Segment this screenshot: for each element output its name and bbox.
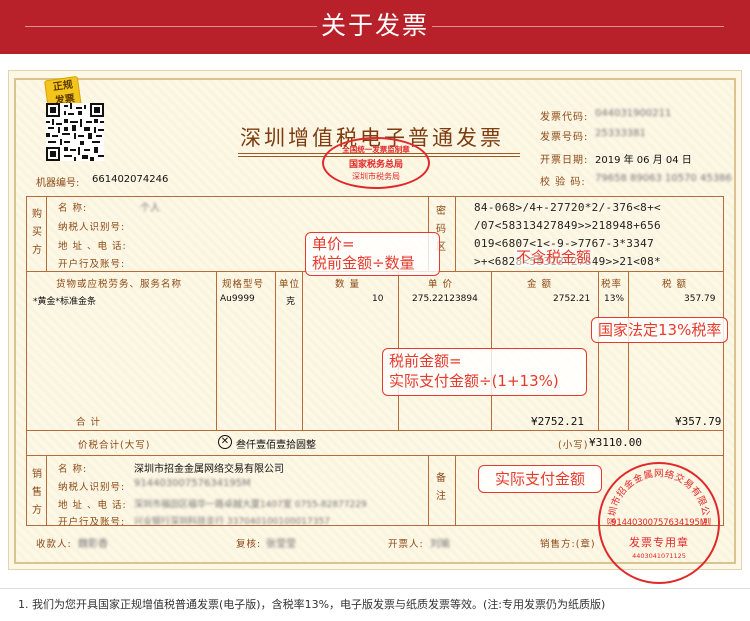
seller-address-label: 地 址 、电 话:	[58, 500, 127, 511]
payee-label: 收款人:	[36, 539, 72, 550]
col-amount-header: 金 额	[527, 279, 553, 290]
grand-total-label: 价税合计(大写)	[78, 440, 151, 451]
table-rule	[455, 455, 456, 526]
tax-stamp-mid: 国家税务总局	[348, 160, 403, 170]
pretax-formula-line1: 税前金额=	[389, 352, 462, 370]
tax-stamp-bottom: 深圳市税务局	[352, 172, 400, 181]
buyer-section-label: 购买方	[32, 209, 42, 256]
buyer-name-value: 个人	[140, 203, 160, 214]
total-label: 合 计	[76, 417, 102, 428]
total-amount: ¥2752.21	[531, 415, 584, 428]
seller-stamp-label-text: 发票专用章	[629, 536, 689, 549]
table-rule	[302, 271, 303, 430]
grand-total-words: 叁仟壹佰壹拾圆整	[236, 440, 316, 451]
unit-price-callout-line1: 单价=	[312, 235, 355, 253]
seller-tax-id-label: 纳税人识别号:	[58, 482, 126, 493]
col-unit-header: 单位	[279, 279, 301, 290]
table-rule	[216, 271, 217, 430]
table-rule	[26, 430, 724, 431]
reviewer-value: 张莹莹	[266, 539, 296, 550]
seller-bank-label: 开户行及账号:	[58, 517, 126, 528]
seller-tax-id-value: 91440300757634195M	[134, 478, 251, 489]
row-amount: 2752.21	[553, 294, 591, 304]
remark-label: 备注	[436, 473, 446, 502]
tax-bureau-stamp: 全国统一发票监制章 国家税务总局 深圳市税务局	[322, 137, 430, 189]
issuer-value: 刘瑜	[430, 539, 450, 550]
seller-name-label: 名 称:	[58, 464, 88, 475]
row-tax: 357.79	[684, 294, 716, 304]
tax-rate-callout: 国家法定13%税率	[591, 317, 729, 343]
buyer-address-label: 地 址 、电 话:	[58, 241, 127, 252]
col-item-header: 货物或应税劳务、服务名称	[56, 279, 183, 290]
seller-stamp-serial: 4403041071125	[632, 552, 686, 560]
row-spec: Au9999	[220, 294, 255, 304]
cipher-line: /07<58313427849>>218948+656	[474, 219, 661, 232]
buyer-name-label: 名 称:	[58, 203, 88, 214]
table-rule	[26, 455, 724, 456]
issue-date-value: 2019 年 06 月 04 日	[595, 155, 692, 166]
invoice-code-value: 044031900211	[595, 108, 672, 119]
unit-price-callout: 单价= 税前金额÷数量	[305, 232, 440, 276]
machine-no-value: 661402074246	[92, 174, 169, 185]
cipher-line: 84-068>/4+-27720*2/-376<8+<	[474, 201, 661, 214]
check-code-value: 79658 89063 10570 45386	[595, 173, 732, 184]
check-code-label: 校 验 码:	[540, 177, 586, 188]
buyer-tax-id-label: 纳税人识别号:	[58, 222, 126, 233]
invoice-number-value: 25333381	[595, 128, 646, 139]
table-rule	[598, 271, 599, 430]
invoice-note: 1. 我们为您开具国家正规增值税普通发票(电子版)，含税率13%，电子版发票与纸…	[18, 598, 606, 611]
tax-stamp-top: 全国统一发票监制章	[342, 145, 410, 154]
row-unit: 克	[286, 297, 296, 307]
table-rule	[455, 196, 456, 271]
total-tax: ¥357.79	[675, 415, 722, 428]
seller-invoice-stamp: 深圳市招金金属网络交易有限公司 91440300757634195M 发票专用章…	[598, 462, 720, 584]
issuer-label: 开票人:	[388, 539, 424, 550]
page-title: 关于发票	[320, 11, 429, 40]
col-tax-header: 税 额	[662, 279, 688, 290]
qr-code-icon	[46, 103, 104, 161]
col-spec-header: 规格型号	[222, 279, 265, 290]
col-qty-header: 数 量	[335, 279, 361, 290]
table-rule	[46, 196, 47, 271]
issue-date-label: 开票日期:	[540, 155, 589, 166]
seller-address-value: 深圳市福田区福华一路卓越大厦1407室 0755-82877229	[134, 500, 367, 510]
unit-price-callout-line2: 税前金额÷数量	[312, 254, 415, 272]
grand-total-small-label: (小写)	[558, 440, 589, 451]
cross-circle-icon: ✕	[218, 435, 232, 449]
row-qty: 10	[372, 294, 384, 304]
reviewer-label: 复核:	[236, 539, 262, 550]
note-divider	[0, 588, 750, 589]
payee-value: 魏影香	[78, 539, 108, 550]
table-rule	[275, 271, 276, 430]
seller-bank-value: 兴业银行深圳科技支行 337040100100017357	[134, 517, 330, 527]
machine-no-label: 机器编号:	[36, 178, 80, 189]
actual-paid-callout: 实际支付金额	[478, 465, 603, 493]
col-rate-header: 税率	[601, 279, 623, 290]
pretax-formula-callout: 税前金额= 实际支付金额÷(1+13%)	[382, 348, 587, 396]
seller-name-value: 深圳市招金金属网络交易有限公司	[134, 464, 284, 475]
grand-total-value: ¥3110.00	[589, 436, 642, 449]
invoice-number-label: 发票号码:	[540, 132, 589, 143]
row-item: *黄金*标准金条	[33, 297, 97, 307]
buyer-bank-label: 开户行及账号:	[58, 259, 126, 270]
invoice-code-label: 发票代码:	[540, 112, 589, 123]
col-price-header: 单 价	[428, 279, 454, 290]
table-rule	[428, 455, 429, 526]
pretax-note-callout: 不含税金额	[514, 247, 594, 267]
table-rule	[628, 271, 629, 430]
pretax-formula-line2: 实际支付金额÷(1+13%)	[389, 372, 559, 390]
table-rule	[46, 455, 47, 526]
seller-section-label: 销售方	[32, 469, 42, 516]
row-price: 275.22123894	[412, 294, 478, 304]
seller-stamp-label: 销售方:(章)	[540, 539, 596, 550]
seller-stamp-tax-id: 91440300757634195M	[611, 518, 707, 528]
row-rate: 13%	[604, 294, 625, 304]
